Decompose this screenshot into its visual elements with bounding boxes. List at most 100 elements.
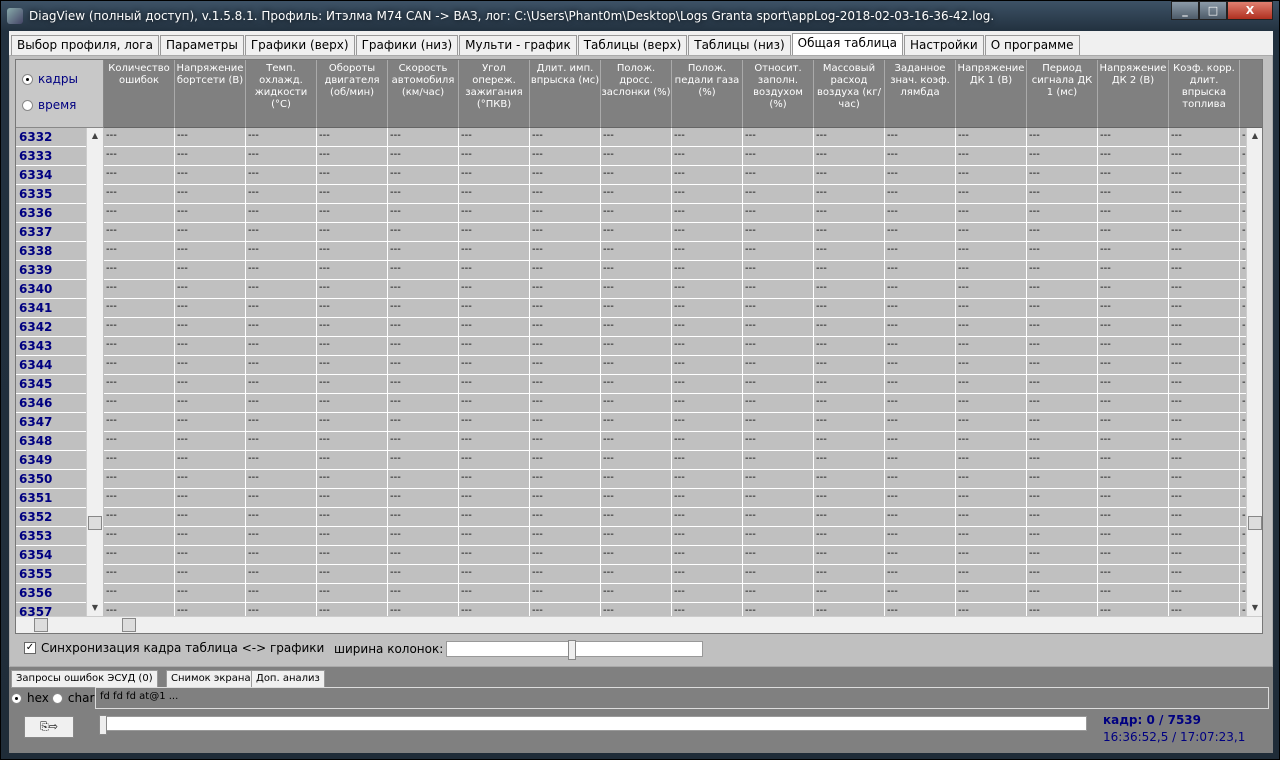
- table-cell[interactable]: ---: [104, 432, 175, 451]
- table-cell[interactable]: ---: [1027, 299, 1098, 318]
- table-cell[interactable]: ---: [814, 546, 885, 565]
- slider-thumb[interactable]: [99, 715, 107, 735]
- table-cell[interactable]: ---: [246, 527, 317, 546]
- table-cell[interactable]: ---: [175, 223, 246, 242]
- table-cell[interactable]: ---: [743, 242, 814, 261]
- table-cell[interactable]: ---: [459, 432, 530, 451]
- table-cell[interactable]: ---: [104, 147, 175, 166]
- table-cell[interactable]: ---: [317, 128, 388, 147]
- tab-2[interactable]: Графики (верх): [244, 35, 355, 55]
- table-cell[interactable]: ---: [1169, 261, 1240, 280]
- table-cell[interactable]: ---: [530, 356, 601, 375]
- table-cell[interactable]: ---: [317, 584, 388, 603]
- table-cell[interactable]: ---: [459, 147, 530, 166]
- table-cell[interactable]: ---: [814, 584, 885, 603]
- table-cell[interactable]: ---: [175, 166, 246, 185]
- table-cell[interactable]: ---: [885, 546, 956, 565]
- table-cell[interactable]: ---: [601, 299, 672, 318]
- screenshot-button[interactable]: Снимок экрана: [166, 670, 256, 688]
- column-header[interactable]: в к: [1240, 60, 1262, 128]
- table-cell[interactable]: ---: [743, 584, 814, 603]
- table-cell[interactable]: ---: [175, 394, 246, 413]
- table-cell[interactable]: ---: [1027, 489, 1098, 508]
- table-cell[interactable]: ---: [104, 508, 175, 527]
- table-cell[interactable]: ---: [459, 318, 530, 337]
- table-cell[interactable]: ---: [885, 432, 956, 451]
- scroll-thumb[interactable]: [34, 618, 48, 632]
- table-cell[interactable]: ---: [1098, 299, 1169, 318]
- table-cell[interactable]: ---: [601, 280, 672, 299]
- table-cell[interactable]: ---: [459, 508, 530, 527]
- table-cell[interactable]: ---: [459, 223, 530, 242]
- table-cell[interactable]: ---: [885, 565, 956, 584]
- radio-frames[interactable]: кадры: [22, 72, 78, 86]
- table-cell[interactable]: ---: [601, 546, 672, 565]
- table-cell[interactable]: ---: [317, 565, 388, 584]
- table-cell[interactable]: ---: [246, 337, 317, 356]
- table-cell[interactable]: ---: [246, 356, 317, 375]
- table-cell[interactable]: ---: [814, 470, 885, 489]
- table-cell[interactable]: ---: [530, 128, 601, 147]
- table-cell[interactable]: ---: [601, 242, 672, 261]
- table-cell[interactable]: ---: [1027, 432, 1098, 451]
- table-cell[interactable]: ---: [672, 489, 743, 508]
- table-cell[interactable]: ---: [885, 147, 956, 166]
- table-cell[interactable]: ---: [885, 356, 956, 375]
- table-cell[interactable]: ---: [246, 489, 317, 508]
- table-cell[interactable]: ---: [1027, 356, 1098, 375]
- scroll-up-icon[interactable]: ▲: [87, 128, 103, 144]
- table-cell[interactable]: ---: [814, 432, 885, 451]
- table-cell[interactable]: ---: [317, 166, 388, 185]
- row-number[interactable]: 6347: [16, 413, 86, 432]
- table-cell[interactable]: ---: [459, 489, 530, 508]
- table-cell[interactable]: ---: [388, 375, 459, 394]
- maximize-button[interactable]: □: [1199, 1, 1227, 20]
- table-cell[interactable]: ---: [672, 185, 743, 204]
- table-cell[interactable]: ---: [1027, 565, 1098, 584]
- table-cell[interactable]: ---: [601, 204, 672, 223]
- table-cell[interactable]: ---: [1098, 223, 1169, 242]
- table-cell[interactable]: ---: [246, 280, 317, 299]
- table-cell[interactable]: ---: [1098, 565, 1169, 584]
- table-cell[interactable]: ---: [459, 280, 530, 299]
- scroll-down-icon[interactable]: ▼: [1247, 600, 1262, 616]
- table-cell[interactable]: ---: [885, 489, 956, 508]
- table-cell[interactable]: ---: [530, 185, 601, 204]
- table-cell[interactable]: ---: [388, 337, 459, 356]
- table-cell[interactable]: ---: [814, 204, 885, 223]
- table-cell[interactable]: ---: [672, 508, 743, 527]
- table-cell[interactable]: ---: [743, 185, 814, 204]
- table-cell[interactable]: ---: [459, 584, 530, 603]
- table-cell[interactable]: ---: [530, 280, 601, 299]
- table-cell[interactable]: ---: [388, 432, 459, 451]
- row-number[interactable]: 6356: [16, 584, 86, 603]
- table-cell[interactable]: ---: [175, 584, 246, 603]
- table-cell[interactable]: ---: [246, 223, 317, 242]
- table-cell[interactable]: ---: [601, 527, 672, 546]
- table-cell[interactable]: ---: [1169, 432, 1240, 451]
- table-cell[interactable]: ---: [459, 451, 530, 470]
- table-cell[interactable]: ---: [1169, 489, 1240, 508]
- row-number[interactable]: 6339: [16, 261, 86, 280]
- tab-9[interactable]: О программе: [984, 35, 1080, 55]
- table-cell[interactable]: ---: [672, 147, 743, 166]
- table-cell[interactable]: ---: [1169, 451, 1240, 470]
- table-cell[interactable]: ---: [175, 261, 246, 280]
- table-cell[interactable]: ---: [885, 318, 956, 337]
- table-cell[interactable]: ---: [956, 261, 1027, 280]
- table-cell[interactable]: ---: [317, 147, 388, 166]
- table-cell[interactable]: ---: [388, 394, 459, 413]
- table-cell[interactable]: ---: [672, 242, 743, 261]
- table-cell[interactable]: ---: [672, 546, 743, 565]
- table-cell[interactable]: ---: [956, 185, 1027, 204]
- table-cell[interactable]: ---: [1098, 242, 1169, 261]
- table-cell[interactable]: ---: [1027, 527, 1098, 546]
- table-cell[interactable]: ---: [530, 242, 601, 261]
- table-cell[interactable]: ---: [885, 280, 956, 299]
- table-cell[interactable]: ---: [175, 337, 246, 356]
- table-cell[interactable]: ---: [246, 185, 317, 204]
- table-cell[interactable]: ---: [530, 147, 601, 166]
- table-cell[interactable]: ---: [246, 261, 317, 280]
- row-number[interactable]: 6344: [16, 356, 86, 375]
- table-cell[interactable]: ---: [459, 413, 530, 432]
